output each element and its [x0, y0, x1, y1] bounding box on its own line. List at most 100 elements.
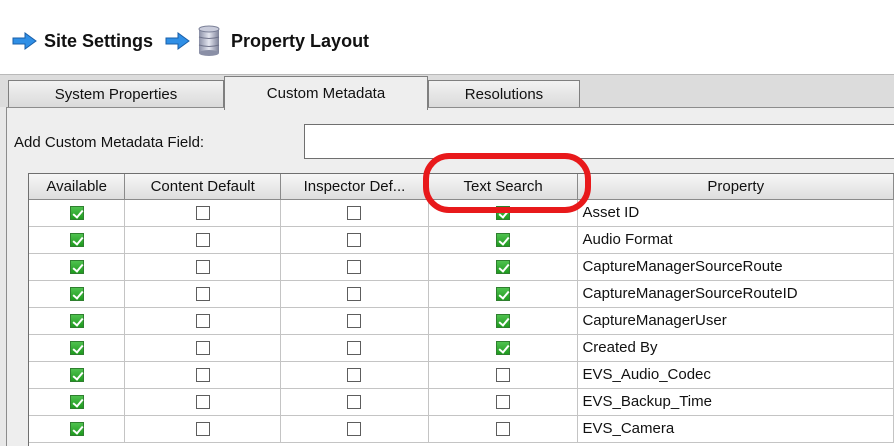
content-default-checkbox[interactable] [195, 422, 210, 437]
inspector-default-checkbox[interactable] [347, 422, 362, 437]
text-search-checkbox[interactable] [496, 287, 511, 302]
table-row[interactable]: Audio Format [29, 226, 894, 254]
content-default-checkbox[interactable] [195, 233, 210, 248]
text-search-checkbox[interactable] [496, 260, 511, 275]
property-table: Available Content Default Inspector Def.… [28, 173, 894, 446]
available-checkbox[interactable] [69, 368, 84, 383]
content-default-checkbox[interactable] [195, 260, 210, 275]
cell-text-search [427, 253, 579, 281]
inspector-default-checkbox[interactable] [347, 287, 362, 302]
arrow-right-icon [12, 32, 38, 50]
table-row[interactable]: EVS_Camera [29, 415, 894, 443]
content-default-checkbox[interactable] [195, 314, 210, 329]
inspector-default-checkbox[interactable] [347, 368, 362, 383]
table-row[interactable]: EVS_Audio_Codec [29, 361, 894, 389]
cell-text-search [427, 307, 579, 335]
text-search-checkbox[interactable] [496, 314, 511, 329]
available-checkbox[interactable] [69, 233, 84, 248]
available-checkbox[interactable] [69, 341, 84, 356]
table-header: Available Content Default Inspector Def.… [29, 174, 894, 200]
property-name: CaptureManagerSourceRoute [577, 253, 894, 281]
text-search-checkbox[interactable] [496, 368, 511, 383]
cell-content-default [124, 280, 282, 308]
column-header-inspector-default[interactable]: Inspector Def... [280, 174, 429, 200]
cell-inspector-default [280, 388, 429, 416]
cell-inspector-default [280, 415, 429, 443]
table-row[interactable]: CaptureManagerSourceRoute [29, 253, 894, 281]
header: Site Settings Property Layout [0, 0, 894, 74]
cell-content-default [124, 226, 282, 254]
cell-text-search [427, 361, 579, 389]
cell-text-search [427, 334, 579, 362]
cell-inspector-default [280, 253, 429, 281]
available-checkbox[interactable] [69, 206, 84, 221]
breadcrumb-item-site-settings[interactable]: Site Settings [44, 31, 153, 52]
tab-resolutions[interactable]: Resolutions [428, 80, 580, 108]
inspector-default-checkbox[interactable] [347, 314, 362, 329]
cell-available [29, 226, 126, 254]
arrow-right-icon [165, 32, 191, 50]
cell-content-default [124, 415, 282, 443]
text-search-checkbox[interactable] [496, 206, 511, 221]
property-name: Audio Format [577, 226, 894, 254]
cell-text-search [427, 415, 579, 443]
content-default-checkbox[interactable] [195, 206, 210, 221]
content-default-checkbox[interactable] [195, 395, 210, 410]
inspector-default-checkbox[interactable] [347, 206, 362, 221]
cell-text-search [427, 226, 579, 254]
content-default-checkbox[interactable] [195, 287, 210, 302]
column-header-available[interactable]: Available [29, 174, 126, 200]
table-row[interactable]: Created By [29, 334, 894, 362]
table-row[interactable]: CaptureManagerUser [29, 307, 894, 335]
cell-inspector-default [280, 199, 429, 227]
available-checkbox[interactable] [69, 314, 84, 329]
available-checkbox[interactable] [69, 260, 84, 275]
custom-field-row: Add Custom Metadata Field: [14, 124, 204, 160]
custom-metadata-field-input[interactable] [304, 124, 894, 159]
tab-system-properties[interactable]: System Properties [8, 80, 224, 108]
inspector-default-checkbox[interactable] [347, 395, 362, 410]
cell-content-default [124, 199, 282, 227]
available-checkbox[interactable] [69, 422, 84, 437]
content-default-checkbox[interactable] [195, 368, 210, 383]
property-name: EVS_Camera [577, 415, 894, 443]
cell-available [29, 253, 126, 281]
cell-text-search [427, 199, 579, 227]
text-search-checkbox[interactable] [496, 422, 511, 437]
column-header-text-search[interactable]: Text Search [427, 174, 579, 200]
cell-inspector-default [280, 361, 429, 389]
cell-content-default [124, 253, 282, 281]
table-row[interactable]: CaptureManagerSourceRouteID [29, 280, 894, 308]
inspector-default-checkbox[interactable] [347, 233, 362, 248]
custom-field-label: Add Custom Metadata Field: [14, 133, 205, 151]
cell-content-default [124, 388, 282, 416]
breadcrumb-item-property-layout: Property Layout [231, 30, 370, 51]
text-search-checkbox[interactable] [496, 233, 511, 248]
inspector-default-checkbox[interactable] [347, 341, 362, 356]
text-search-checkbox[interactable] [496, 341, 511, 356]
table-row[interactable]: EVS_Backup_Time [29, 388, 894, 416]
property-name: EVS_Audio_Codec [577, 361, 894, 389]
inspector-default-checkbox[interactable] [347, 260, 362, 275]
column-header-content-default[interactable]: Content Default [124, 174, 282, 200]
tab-custom-metadata[interactable]: Custom Metadata [224, 76, 428, 110]
cell-available [29, 361, 126, 389]
table-row[interactable]: Asset ID [29, 199, 894, 227]
cell-content-default [124, 361, 282, 389]
property-name: CaptureManagerUser [577, 307, 894, 335]
cell-text-search [427, 280, 579, 308]
property-name: Asset ID [577, 199, 894, 227]
property-name: EVS_Backup_Time [577, 388, 894, 416]
content-default-checkbox[interactable] [195, 341, 210, 356]
available-checkbox[interactable] [69, 287, 84, 302]
cell-available [29, 415, 126, 443]
cell-inspector-default [280, 226, 429, 254]
column-header-property[interactable]: Property [577, 174, 894, 200]
cell-available [29, 334, 126, 362]
property-name: Created By [577, 334, 894, 362]
cell-available [29, 388, 126, 416]
text-search-checkbox[interactable] [496, 395, 511, 410]
available-checkbox[interactable] [69, 395, 84, 410]
property-name: CaptureManagerSourceRouteID [577, 280, 894, 308]
cell-inspector-default [280, 334, 429, 362]
